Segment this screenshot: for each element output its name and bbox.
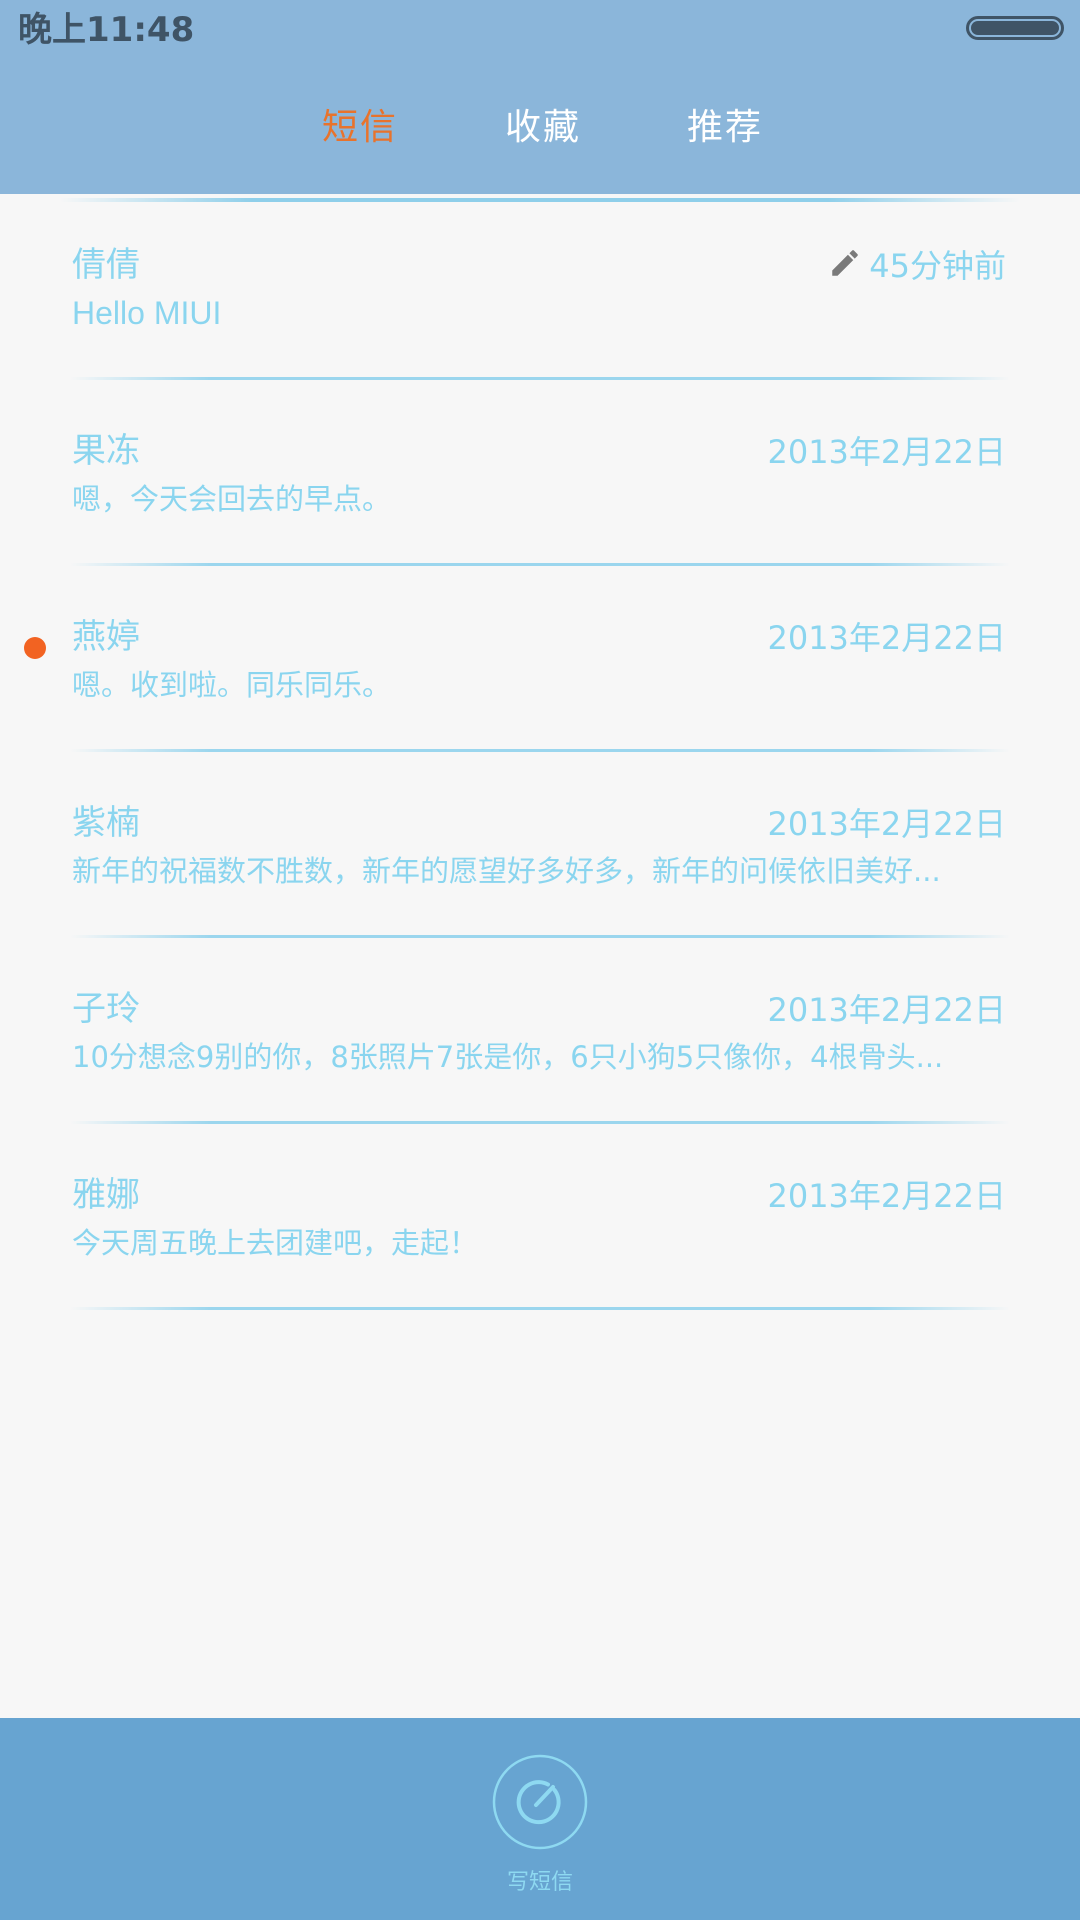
pencil-icon <box>832 250 858 276</box>
header: 晚上11:48 短信 收藏 推荐 <box>0 0 1080 194</box>
conversation-row[interactable]: 燕婷 2013年2月22日 嗯。收到啦。同乐同乐。 <box>0 566 1080 752</box>
conversation-row[interactable]: 雅娜 2013年2月22日 今天周五晚上去团建吧，走起！ <box>0 1124 1080 1310</box>
tab-favorites[interactable]: 收藏 <box>505 98 581 158</box>
messaging-screen: 晚上11:48 短信 收藏 推荐 倩倩 45分钟前 Hello MIUI 果冻 … <box>0 0 1080 1920</box>
message-snippet: 嗯。收到啦。同乐同乐。 <box>72 668 392 702</box>
conversation-row[interactable]: 子玲 2013年2月22日 10分想念9别的你，8张照片7张是你，6只小狗5只像… <box>0 938 1080 1124</box>
tab-recommended[interactable]: 推荐 <box>687 98 763 158</box>
conversation-row[interactable]: 紫楠 2013年2月22日 新年的祝福数不胜数，新年的愿望好多好多，新年的问候依… <box>0 752 1080 938</box>
message-time: 2013年2月22日 <box>767 1177 1006 1215</box>
message-time: 2013年2月22日 <box>767 805 1006 843</box>
conversation-row[interactable]: 果冻 2013年2月22日 嗯，今天会回去的早点。 <box>0 380 1080 566</box>
battery-level <box>971 21 1059 35</box>
contact-name: 倩倩 <box>72 245 140 285</box>
message-snippet: Hello MIUI <box>72 295 222 331</box>
status-time: 晚上11:48 <box>18 10 195 50</box>
message-time: 45分钟前 <box>869 247 1006 285</box>
contact-name: 果冻 <box>72 431 140 471</box>
message-snippet: 新年的祝福数不胜数，新年的愿望好多好多，新年的问候依旧美好... <box>72 854 941 888</box>
conversation-row[interactable]: 倩倩 45分钟前 Hello MIUI <box>0 194 1080 380</box>
message-time: 2013年2月22日 <box>767 433 1006 471</box>
contact-name: 燕婷 <box>72 617 140 657</box>
conversation-list: 倩倩 45分钟前 Hello MIUI 果冻 2013年2月22日 嗯，今天会回… <box>0 194 1080 1310</box>
tab-messages[interactable]: 短信 <box>322 98 398 158</box>
row-divider <box>70 1307 1010 1310</box>
contact-name: 雅娜 <box>72 1175 140 1215</box>
message-time: 2013年2月22日 <box>767 619 1006 657</box>
bottom-bar: 写短信 <box>0 1718 1080 1920</box>
compose-icon[interactable] <box>492 1754 588 1850</box>
message-time: 2013年2月22日 <box>767 991 1006 1029</box>
battery-icon <box>966 16 1064 40</box>
unread-dot-icon <box>24 637 46 659</box>
message-snippet: 10分想念9别的你，8张照片7张是你，6只小狗5只像你，4根骨头... <box>72 1040 944 1074</box>
contact-name: 紫楠 <box>72 803 140 843</box>
tab-bar: 短信 收藏 推荐 <box>0 98 1080 162</box>
message-snippet: 今天周五晚上去团建吧，走起！ <box>72 1226 479 1260</box>
message-snippet: 嗯，今天会回去的早点。 <box>72 482 392 516</box>
compose-label[interactable]: 写短信 <box>0 1868 1080 1898</box>
contact-name: 子玲 <box>72 989 140 1029</box>
